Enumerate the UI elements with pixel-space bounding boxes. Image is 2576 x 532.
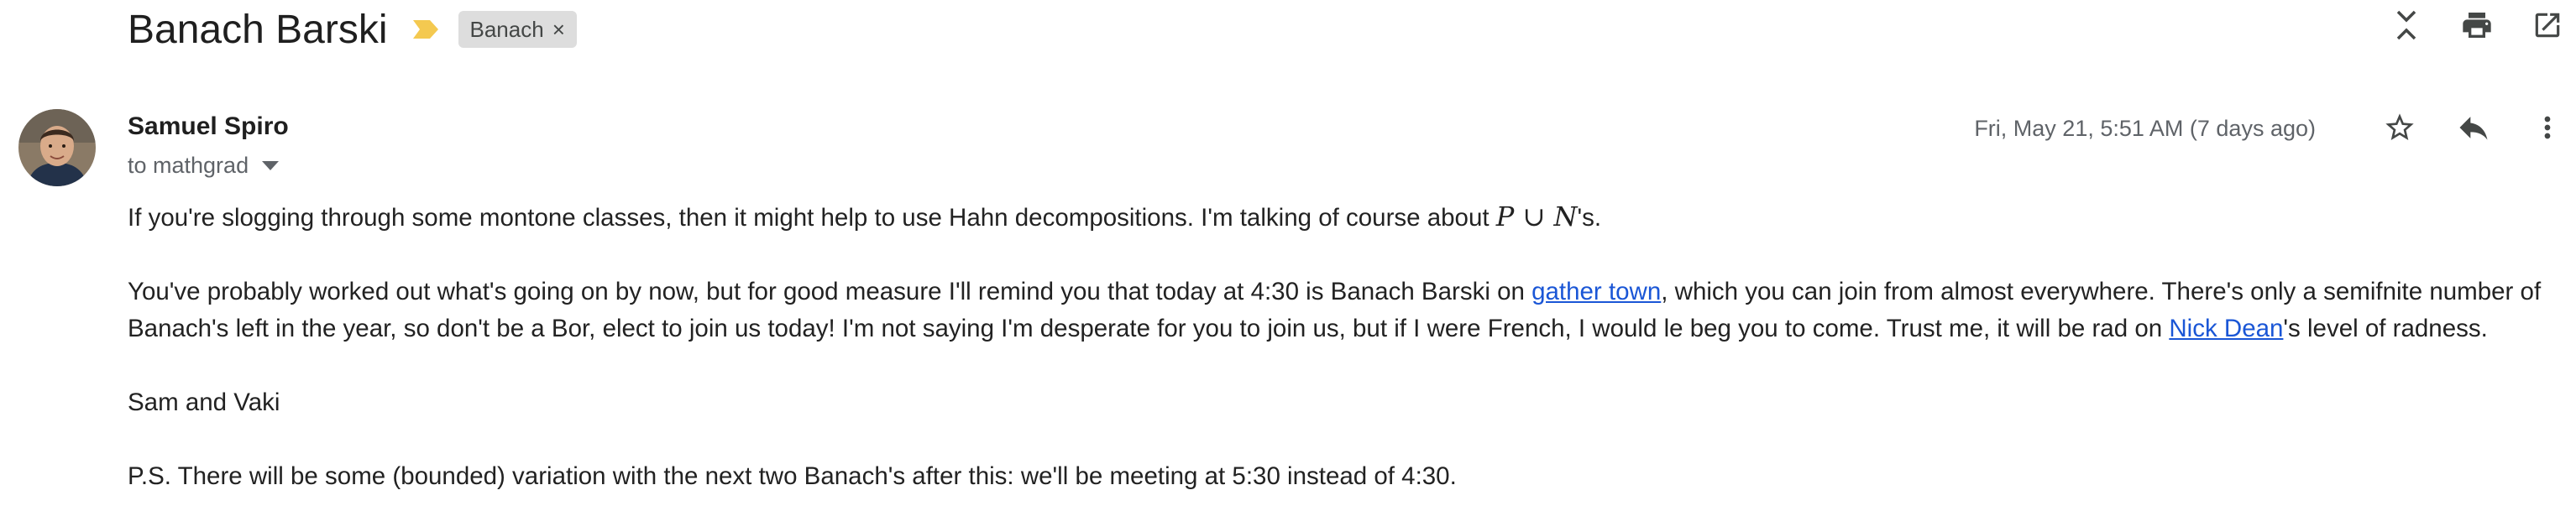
- importance-marker-icon[interactable]: [411, 18, 440, 40]
- reply-icon[interactable]: [2453, 107, 2494, 148]
- remove-label-icon[interactable]: ×: [552, 17, 565, 43]
- recipient-line[interactable]: to mathgrad: [128, 153, 280, 179]
- caret-down-icon[interactable]: [262, 160, 280, 171]
- message-body: If you're slogging through some montone …: [128, 198, 2563, 532]
- subject-row: Banach Barski Banach ×: [128, 0, 577, 59]
- more-vert-icon[interactable]: [2527, 107, 2568, 148]
- signature: Sam and Vaki: [128, 389, 280, 416]
- email-subject: Banach Barski: [128, 7, 388, 52]
- math-expression: P ∪ N: [1495, 201, 1578, 232]
- gather-town-link[interactable]: gather town: [1531, 278, 1661, 305]
- sender-name: Samuel Spiro: [128, 112, 289, 140]
- paragraph-2: You've probably worked out what's going …: [128, 278, 2542, 342]
- nick-dean-link[interactable]: Nick Dean: [2169, 315, 2283, 342]
- thread-actions: [2386, 5, 2576, 45]
- avatar: [18, 109, 96, 186]
- open-in-new-icon[interactable]: [2527, 5, 2568, 45]
- collapse-icon[interactable]: [2386, 5, 2427, 45]
- paragraph-1: If you're slogging through some montone …: [128, 201, 1602, 232]
- print-icon[interactable]: [2457, 5, 2497, 45]
- postscript: P.S. There will be some (bounded) variat…: [128, 462, 1457, 490]
- star-icon[interactable]: [2380, 107, 2420, 148]
- label-chip[interactable]: Banach ×: [458, 11, 577, 48]
- recipient-text: to mathgrad: [128, 153, 249, 178]
- label-chip-text: Banach: [469, 16, 544, 42]
- message-actions: [2380, 107, 2568, 148]
- message-date: Fri, May 21, 5:51 AM (7 days ago): [1974, 116, 2316, 141]
